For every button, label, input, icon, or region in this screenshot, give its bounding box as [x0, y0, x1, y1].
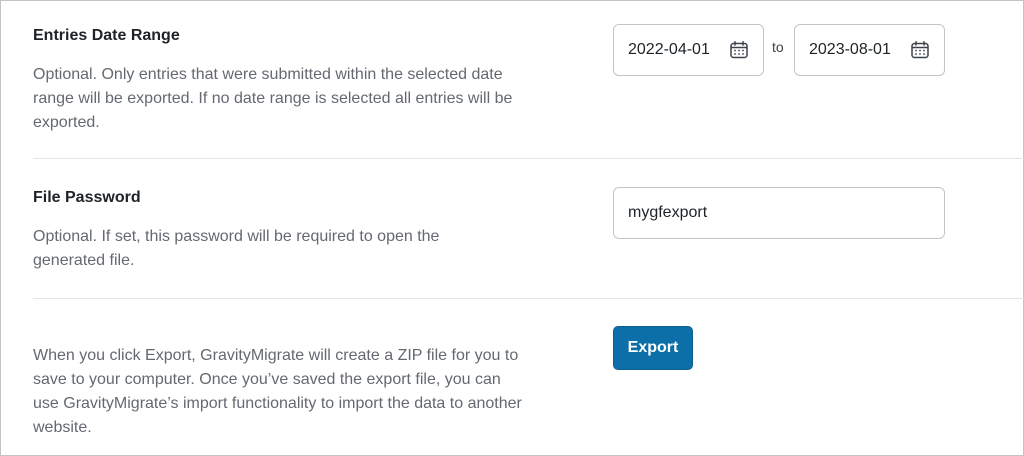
date-range-section: Entries Date Range Optional. Only entrie… — [33, 1, 1024, 158]
file-password-input[interactable]: mygfexport — [613, 187, 945, 239]
file-password-description: Optional. If set, this password will be … — [33, 228, 440, 269]
export-settings-panel: Entries Date Range Optional. Only entrie… — [0, 0, 1024, 456]
date-range-separator: to — [772, 39, 784, 55]
start-date-input[interactable]: 2022-04-01 — [613, 24, 764, 76]
date-range-description: Optional. Only entries that were submitt… — [33, 66, 513, 131]
end-date-value: 2023-08-01 — [809, 41, 891, 58]
export-description: When you click Export, GravityMigrate wi… — [33, 347, 522, 436]
file-password-value: mygfexport — [628, 204, 708, 221]
calendar-icon[interactable] — [729, 40, 749, 60]
export-button[interactable]: Export — [613, 326, 693, 370]
file-password-section: File Password Optional. If set, this pas… — [33, 159, 1024, 298]
file-password-label: File Password — [33, 189, 141, 206]
start-date-value: 2022-04-01 — [628, 41, 710, 58]
date-range-label: Entries Date Range — [33, 27, 180, 44]
end-date-input[interactable]: 2023-08-01 — [794, 24, 945, 76]
export-section: When you click Export, GravityMigrate wi… — [33, 299, 1024, 456]
calendar-icon[interactable] — [910, 40, 930, 60]
